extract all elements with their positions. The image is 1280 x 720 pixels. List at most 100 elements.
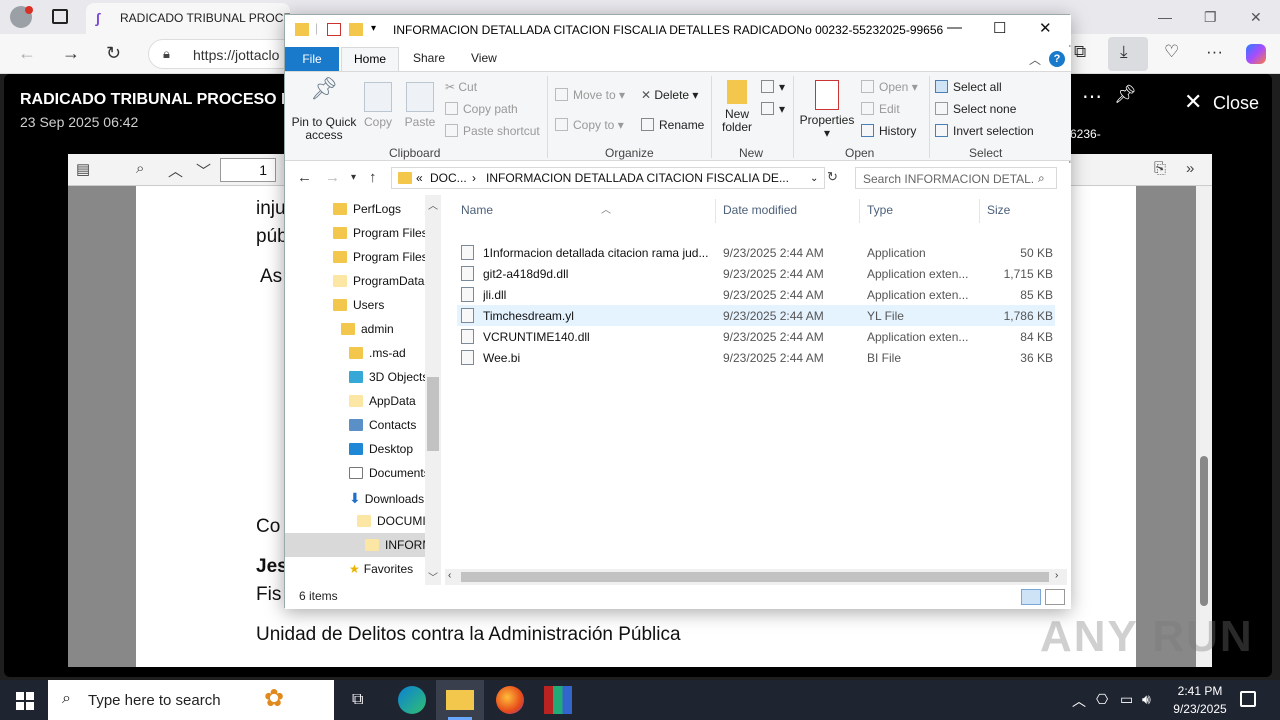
column-date-modified[interactable]: Date modified [723, 203, 797, 217]
paste-button[interactable]: Paste [403, 82, 437, 129]
up-icon[interactable]: ↑ [369, 169, 377, 186]
file-explorer-taskbar-icon[interactable] [446, 690, 474, 710]
pdf-scroll-thumb[interactable] [1200, 456, 1208, 606]
paste-shortcut-button[interactable]: Paste shortcut [445, 124, 540, 138]
windows-start-icon[interactable] [16, 692, 34, 710]
delete-button[interactable]: ✕ Delete ▾ [641, 88, 698, 102]
invert-selection-button[interactable]: Invert selection [935, 124, 1034, 138]
cut-button[interactable]: ✂︎ Cut [445, 80, 477, 94]
tab-share[interactable]: Share [413, 51, 445, 65]
scroll-right-icon[interactable]: › [1055, 570, 1058, 581]
pin-icon[interactable]: 📌︎ [1114, 84, 1137, 105]
edge-taskbar-icon[interactable] [398, 686, 426, 714]
details-view-icon[interactable] [1021, 589, 1041, 605]
new-item-button[interactable]: ▾ [761, 80, 785, 94]
refresh-icon[interactable]: ↻ [827, 169, 838, 185]
properties-quick-icon[interactable] [327, 23, 341, 36]
network-icon[interactable]: ▭ [1120, 691, 1133, 708]
properties-button[interactable]: Properties ▾ [799, 80, 855, 140]
downloads-button[interactable] [1108, 37, 1148, 71]
horizontal-scroll-thumb[interactable] [461, 572, 1049, 582]
file-row[interactable]: jli.dll 9/23/2025 2:44 AM Application ex… [457, 284, 1055, 305]
horizontal-scrollbar[interactable]: ‹ › [445, 569, 1067, 585]
sidebar-toggle-icon[interactable]: ▤ [76, 160, 90, 178]
browser-minimize-icon[interactable]: — [1158, 9, 1172, 25]
winrar-taskbar-icon[interactable] [544, 686, 572, 714]
tools-overflow-icon[interactable]: » [1186, 160, 1194, 177]
tab-view[interactable]: View [471, 51, 497, 65]
explorer-search-input[interactable]: Search INFORMACION DETAL... ⌕ [855, 167, 1057, 189]
tab-file[interactable]: File [285, 47, 339, 71]
tab-home[interactable]: Home [341, 47, 399, 72]
browser-tab[interactable]: ∫ RADICADO TRIBUNAL PROCESO [86, 3, 290, 34]
minimize-ribbon-icon[interactable]: ︿ [1029, 51, 1041, 68]
prev-page-icon[interactable]: ︿ [168, 160, 183, 181]
new-folder-button[interactable]: New folder [717, 80, 757, 134]
new-folder-quick-icon[interactable] [349, 23, 363, 36]
refresh-icon[interactable]: ↻ [106, 43, 121, 64]
move-to-button[interactable]: Move to ▾ [555, 88, 625, 102]
notifications-icon[interactable] [1240, 691, 1256, 707]
nav-scrollbar[interactable]: ︿ ﹀ [425, 195, 441, 585]
nav-item-inform[interactable]: INFORM [285, 533, 432, 557]
forward-icon[interactable]: → [325, 169, 340, 186]
select-all-button[interactable]: Select all [935, 80, 1002, 94]
file-row[interactable]: Wee.bi 9/23/2025 2:44 AM BI File 36 KB [457, 347, 1055, 368]
file-row[interactable]: VCRUNTIME140.dll 9/23/2025 2:44 AM Appli… [457, 326, 1055, 347]
clock-time[interactable]: 2:41 PM [1172, 684, 1228, 698]
copy-path-button[interactable]: Copy path [445, 102, 518, 116]
nav-scroll-thumb[interactable] [427, 377, 439, 451]
back-icon[interactable]: ← [18, 43, 36, 64]
address-bar[interactable]: 🔒︎ https://jottaclo [148, 39, 298, 69]
file-row[interactable]: 1Informacion detallada citacion rama jud… [457, 242, 1055, 263]
address-dropdown-icon[interactable]: ⌄ [810, 173, 818, 184]
column-name[interactable]: Name ︿ [461, 203, 611, 217]
file-row[interactable]: git2-a418d9d.dll 9/23/2025 2:44 AM Appli… [457, 263, 1055, 284]
browser-essentials-icon[interactable]: ♡ [1164, 42, 1179, 62]
breadcrumb-documents[interactable]: DOC... [430, 171, 467, 185]
volume-icon[interactable]: 🔊︎ [1142, 691, 1151, 708]
recent-locations-icon[interactable]: ▾ [351, 172, 356, 183]
viewer-more-icon[interactable]: ⋯ [1082, 84, 1102, 109]
copy-to-button[interactable]: Copy to ▾ [555, 118, 624, 132]
easy-access-button[interactable]: ▾ [761, 102, 785, 116]
find-icon[interactable]: ⌕ [136, 160, 144, 177]
explorer-address-bar[interactable]: « DOC... › INFORMACION DETALLADA CITACIO… [391, 167, 825, 189]
page-number-input[interactable]: 1 [220, 158, 276, 182]
explorer-maximize-icon[interactable]: ☐ [993, 19, 1006, 37]
tab-actions-icon[interactable] [52, 9, 68, 24]
next-page-icon[interactable]: ﹀ [196, 160, 211, 181]
scroll-left-icon[interactable]: ‹ [448, 570, 451, 581]
rename-button[interactable]: Rename [641, 118, 704, 132]
battery-icon[interactable]: ⎔ [1096, 691, 1108, 708]
open-button[interactable]: Open ▾ [861, 80, 918, 94]
close-label[interactable]: Close [1213, 93, 1259, 114]
pdf-scrollbar[interactable] [1196, 186, 1212, 667]
select-none-button[interactable]: Select none [935, 102, 1016, 116]
scroll-down-icon[interactable]: ﹀ [428, 569, 438, 584]
breadcrumb-current[interactable]: INFORMACION DETALLADA CITACION FISCALIA … [486, 171, 789, 185]
column-size[interactable]: Size [987, 203, 1010, 217]
file-row-selected[interactable]: Timchesdream.yl 9/23/2025 2:44 AM YL Fil… [457, 305, 1055, 326]
history-button[interactable]: History [861, 124, 916, 138]
pin-to-quick-access-button[interactable]: 📌︎ Pin to Quick access [289, 78, 359, 142]
column-type[interactable]: Type [867, 203, 893, 217]
scroll-up-icon[interactable]: ︿ [428, 197, 438, 212]
forward-icon[interactable]: → [62, 43, 80, 64]
back-icon[interactable]: ← [297, 169, 312, 186]
edit-button[interactable]: Edit [861, 102, 900, 116]
save-icon[interactable]: ⎘ [1154, 160, 1166, 177]
close-icon[interactable]: ✕ [1184, 89, 1202, 115]
firefox-taskbar-icon[interactable] [496, 686, 524, 714]
task-view-icon[interactable]: ⧉ [352, 691, 363, 709]
collections-icon[interactable]: ⧉ [1074, 42, 1086, 62]
browser-close-icon[interactable]: ✕ [1250, 9, 1262, 26]
show-hidden-icons-icon[interactable]: ︿ [1072, 691, 1086, 711]
clock-date[interactable]: 9/23/2025 [1164, 702, 1236, 716]
browser-restore-icon[interactable]: ❐ [1204, 9, 1217, 26]
taskbar-search-box[interactable]: ⌕ Type here to search ✿ [48, 680, 334, 720]
copilot-icon[interactable] [1246, 44, 1266, 64]
more-icon[interactable]: ··· [1206, 42, 1223, 62]
help-icon[interactable]: ? [1049, 51, 1065, 67]
copy-button[interactable]: Copy [361, 82, 395, 129]
